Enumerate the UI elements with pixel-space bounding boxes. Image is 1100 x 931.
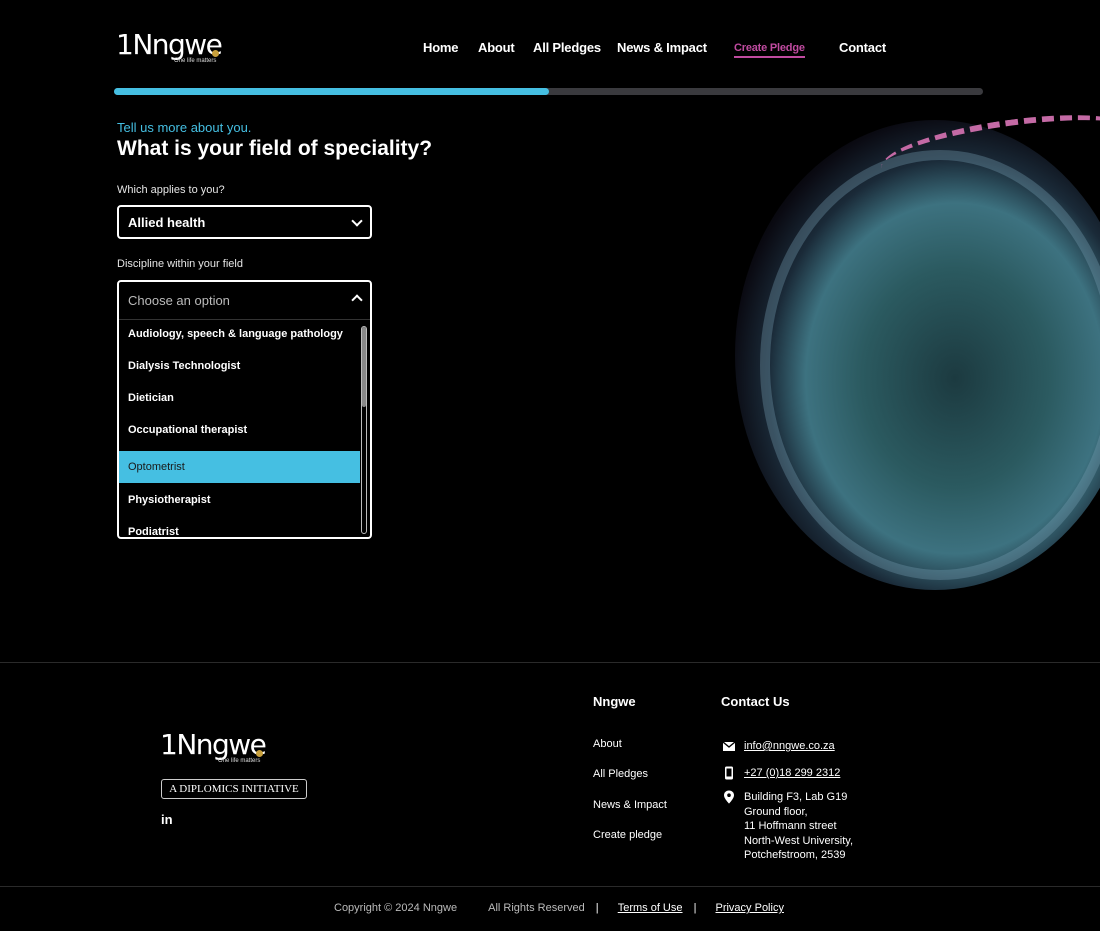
location-pin-icon (724, 790, 734, 804)
scrollbar-thumb[interactable] (362, 327, 366, 407)
option-list: Audiology, speech & language pathology D… (119, 320, 360, 537)
footer-link-all-pledges[interactable]: All Pledges (593, 768, 648, 780)
footer-nngwe-title: Nngwe (593, 694, 636, 709)
contact-phone-link[interactable]: +27 (0)18 299 2312 (744, 766, 840, 781)
footer-logo[interactable]: 1Nngwe One life matters (160, 730, 270, 766)
chevron-up-icon (351, 294, 363, 306)
footer-logo-tagline: One life matters (218, 758, 261, 764)
field2-label: Discipline within your field (117, 258, 243, 270)
copyright-text: Copyright © 2024 Nngwe (334, 902, 458, 914)
discipline-placeholder: Choose an option (128, 293, 230, 308)
form-eyebrow: Tell us more about you. (117, 120, 252, 135)
page-title: What is your field of speciality? (117, 137, 433, 160)
footer-contact-title: Contact Us (721, 694, 790, 709)
option-item-highlighted[interactable]: Optometrist (119, 451, 360, 483)
logo-dot-icon (212, 50, 219, 57)
nav-contact[interactable]: Contact (839, 40, 886, 55)
phone-icon (725, 766, 733, 780)
separator: | (595, 902, 599, 914)
nav-news-impact[interactable]: News & Impact (617, 40, 707, 55)
option-item[interactable]: Podiatrist (119, 518, 360, 537)
field-select[interactable]: Allied health (117, 205, 372, 239)
footer-bottom-divider (0, 886, 1100, 887)
contact-email-link[interactable]: info@nngwe.co.za (744, 739, 835, 754)
option-item[interactable]: Physiotherapist (119, 486, 360, 518)
option-item[interactable]: Audiology, speech & language pathology (119, 320, 360, 352)
copyright-bar: Copyright © 2024 Nngwe All Rights Reserv… (334, 902, 792, 914)
mail-icon (722, 741, 736, 751)
address-line: 11 Hoffmann street (744, 820, 837, 832)
discipline-select[interactable]: Choose an option (119, 282, 370, 320)
field1-label: Which applies to you? (117, 184, 225, 196)
progress-bar (114, 88, 983, 95)
option-item[interactable]: Dietician (119, 384, 360, 416)
footer-logo-dot-icon (256, 750, 263, 757)
privacy-link[interactable]: Privacy Policy (715, 902, 783, 914)
option-item[interactable]: Dialysis Technologist (119, 352, 360, 384)
address-line: North-West University, (744, 834, 854, 847)
address-line: Potchefstroom, 2539 (744, 849, 846, 861)
footer-logo-wordmark: 1Nngwe (160, 728, 267, 761)
separator: | (693, 902, 697, 914)
dropdown-scrollbar[interactable] (361, 326, 367, 534)
discipline-dropdown[interactable]: Choose an option Audiology, speech & lan… (117, 280, 372, 539)
footer-divider (0, 662, 1100, 663)
nav-about[interactable]: About (478, 40, 515, 55)
nav-home[interactable]: Home (423, 40, 459, 55)
rights-text: All Rights Reserved (488, 902, 585, 914)
terms-link[interactable]: Terms of Use (618, 902, 683, 914)
logo-tagline: One life matters (174, 58, 217, 64)
footer-link-news-impact[interactable]: News & Impact (593, 799, 667, 811)
field-select-value: Allied health (128, 215, 206, 230)
address-line: Ground floor, (744, 805, 808, 818)
option-item[interactable]: Occupational therapist (119, 416, 360, 448)
logo[interactable]: 1Nngwe One life matters (116, 30, 226, 66)
footer-link-create-pledge[interactable]: Create pledge (593, 829, 662, 841)
chevron-down-icon (351, 215, 363, 227)
hero-cell-membrane (760, 150, 1100, 580)
logo-wordmark: 1Nngwe (116, 28, 223, 61)
linkedin-icon[interactable]: in (161, 812, 173, 827)
contact-address: Building F3, Lab G19 Ground floor, 11 Ho… (744, 790, 853, 863)
address-line: Building F3, Lab G19 (744, 791, 848, 803)
diplomics-badge[interactable]: A DIPLOMICS INITIATIVE (161, 779, 307, 799)
footer-link-about[interactable]: About (593, 738, 622, 750)
nav-create-pledge[interactable]: Create Pledge (734, 42, 805, 58)
nav-all-pledges[interactable]: All Pledges (533, 40, 601, 55)
progress-fill (114, 88, 549, 95)
